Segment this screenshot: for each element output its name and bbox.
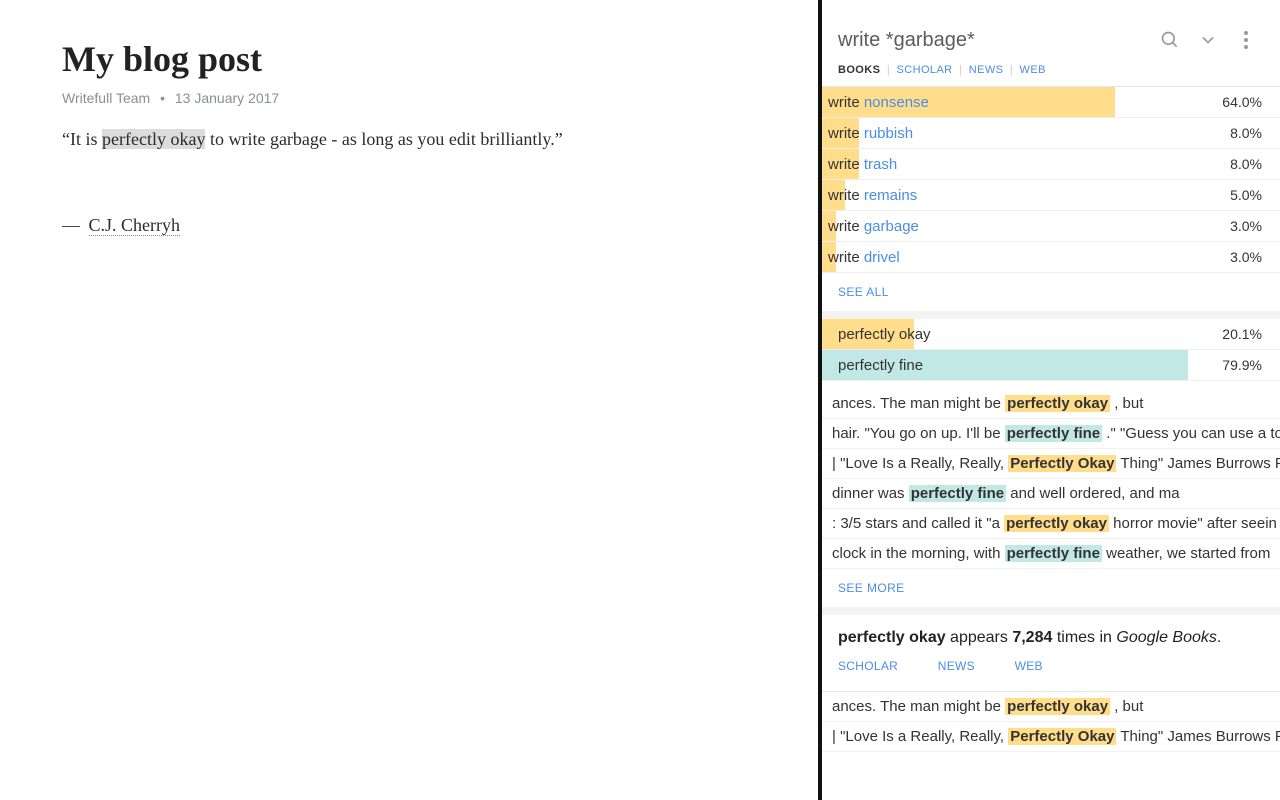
blog-body-text[interactable]: “It is perfectly okay to write garbage -… xyxy=(62,124,756,155)
quote-pre: “It is xyxy=(62,129,102,149)
tab-web[interactable]: WEB xyxy=(1020,64,1046,76)
freq-count: 7,284 xyxy=(1012,629,1052,646)
compare-row[interactable]: perfectly okay 20.1% xyxy=(822,319,1280,350)
freq-suffix: times in xyxy=(1052,629,1116,646)
quote-attribution: — C.J. Cherryh xyxy=(62,215,756,236)
quote-post: to write garbage - as long as you edit b… xyxy=(205,129,562,149)
freq-link-news[interactable]: NEWS xyxy=(938,659,975,673)
synonym-label: write remains xyxy=(822,187,917,204)
compare-pct: 79.9% xyxy=(1222,357,1280,373)
page-title: My blog post xyxy=(62,38,756,80)
results-panel: BOOKS | SCHOLAR | NEWS | WEB write nonse… xyxy=(822,0,1280,800)
search-row xyxy=(822,0,1280,64)
selected-phrase[interactable]: perfectly okay xyxy=(102,129,205,149)
synonym-label: write garbage xyxy=(822,218,919,235)
frequency-block: perfectly okay appears 7,284 times in Go… xyxy=(822,607,1280,681)
freq-link-scholar[interactable]: SCHOLAR xyxy=(838,659,898,673)
search-input[interactable] xyxy=(838,29,1146,52)
synonym-label: write rubbish xyxy=(822,125,913,142)
see-all-link[interactable]: SEE ALL xyxy=(822,273,1280,311)
byline-separator: • xyxy=(160,90,165,106)
synonym-row[interactable]: write garbage 3.0% xyxy=(822,211,1280,242)
compare-row[interactable]: perfectly fine 79.9% xyxy=(822,350,1280,381)
bottom-context-examples: ances. The man might be perfectly okay ,… xyxy=(822,691,1280,752)
compare-pct: 20.1% xyxy=(1222,326,1280,342)
freq-period: . xyxy=(1217,629,1221,646)
freq-phrase: perfectly okay xyxy=(838,629,946,646)
byline: Writefull Team • 13 January 2017 xyxy=(62,90,756,106)
attribution-name[interactable]: C.J. Cherryh xyxy=(89,215,181,236)
synonym-pct: 3.0% xyxy=(1230,249,1280,265)
freq-source: Google Books xyxy=(1116,629,1217,646)
tab-books[interactable]: BOOKS xyxy=(838,64,880,76)
see-more-link[interactable]: SEE MORE xyxy=(822,569,1280,607)
example-row[interactable]: : 3/5 stars and called it "a perfectly o… xyxy=(822,509,1280,539)
synonym-pct: 64.0% xyxy=(1222,94,1280,110)
more-icon[interactable] xyxy=(1232,26,1260,54)
synonym-pct: 8.0% xyxy=(1230,156,1280,172)
synonym-label: write trash xyxy=(822,156,897,173)
example-row[interactable]: clock in the morning, with perfectly fin… xyxy=(822,539,1280,569)
synonym-label: write drivel xyxy=(822,249,900,266)
compare-label: perfectly fine xyxy=(822,357,923,374)
compare-label: perfectly okay xyxy=(822,326,931,343)
synonym-row[interactable]: write nonsense 64.0% xyxy=(822,87,1280,118)
example-row[interactable]: | "Love Is a Really, Really, Perfectly O… xyxy=(822,722,1280,752)
compare-block: perfectly okay 20.1% perfectly fine 79.9% xyxy=(822,311,1280,381)
example-row[interactable]: ances. The man might be perfectly okay ,… xyxy=(822,389,1280,419)
tab-news[interactable]: NEWS xyxy=(969,64,1004,76)
example-row[interactable]: ances. The man might be perfectly okay ,… xyxy=(822,692,1280,722)
author: Writefull Team xyxy=(62,90,150,106)
search-icon[interactable] xyxy=(1156,26,1184,54)
synonym-pct: 5.0% xyxy=(1230,187,1280,203)
example-row[interactable]: | "Love Is a Really, Really, Perfectly O… xyxy=(822,449,1280,479)
synonym-results: write nonsense64.0%write rubbish8.0%writ… xyxy=(822,86,1280,273)
synonym-pct: 3.0% xyxy=(1230,218,1280,234)
synonym-row[interactable]: write remains 5.0% xyxy=(822,180,1280,211)
publish-date: 13 January 2017 xyxy=(175,90,279,106)
frequency-source-links: SCHOLAR NEWS WEB xyxy=(838,659,1264,673)
example-row[interactable]: dinner was perfectly fine and well order… xyxy=(822,479,1280,509)
context-examples: ances. The man might be perfectly okay ,… xyxy=(822,381,1280,569)
synonym-row[interactable]: write trash 8.0% xyxy=(822,149,1280,180)
freq-verb: appears xyxy=(946,629,1013,646)
editor-pane: My blog post Writefull Team • 13 January… xyxy=(0,0,818,800)
synonym-pct: 8.0% xyxy=(1230,125,1280,141)
chevron-down-icon[interactable] xyxy=(1194,26,1222,54)
example-row[interactable]: hair. "You go on up. I'll be perfectly f… xyxy=(822,419,1280,449)
synonym-label: write nonsense xyxy=(822,94,929,111)
synonym-row[interactable]: write drivel 3.0% xyxy=(822,242,1280,273)
synonym-row[interactable]: write rubbish 8.0% xyxy=(822,118,1280,149)
freq-link-web[interactable]: WEB xyxy=(1015,659,1043,673)
tab-scholar[interactable]: SCHOLAR xyxy=(897,64,953,76)
source-tabs: BOOKS | SCHOLAR | NEWS | WEB xyxy=(822,64,1280,86)
attribution-dash: — xyxy=(62,215,80,235)
frequency-text: perfectly okay appears 7,284 times in Go… xyxy=(838,629,1264,647)
